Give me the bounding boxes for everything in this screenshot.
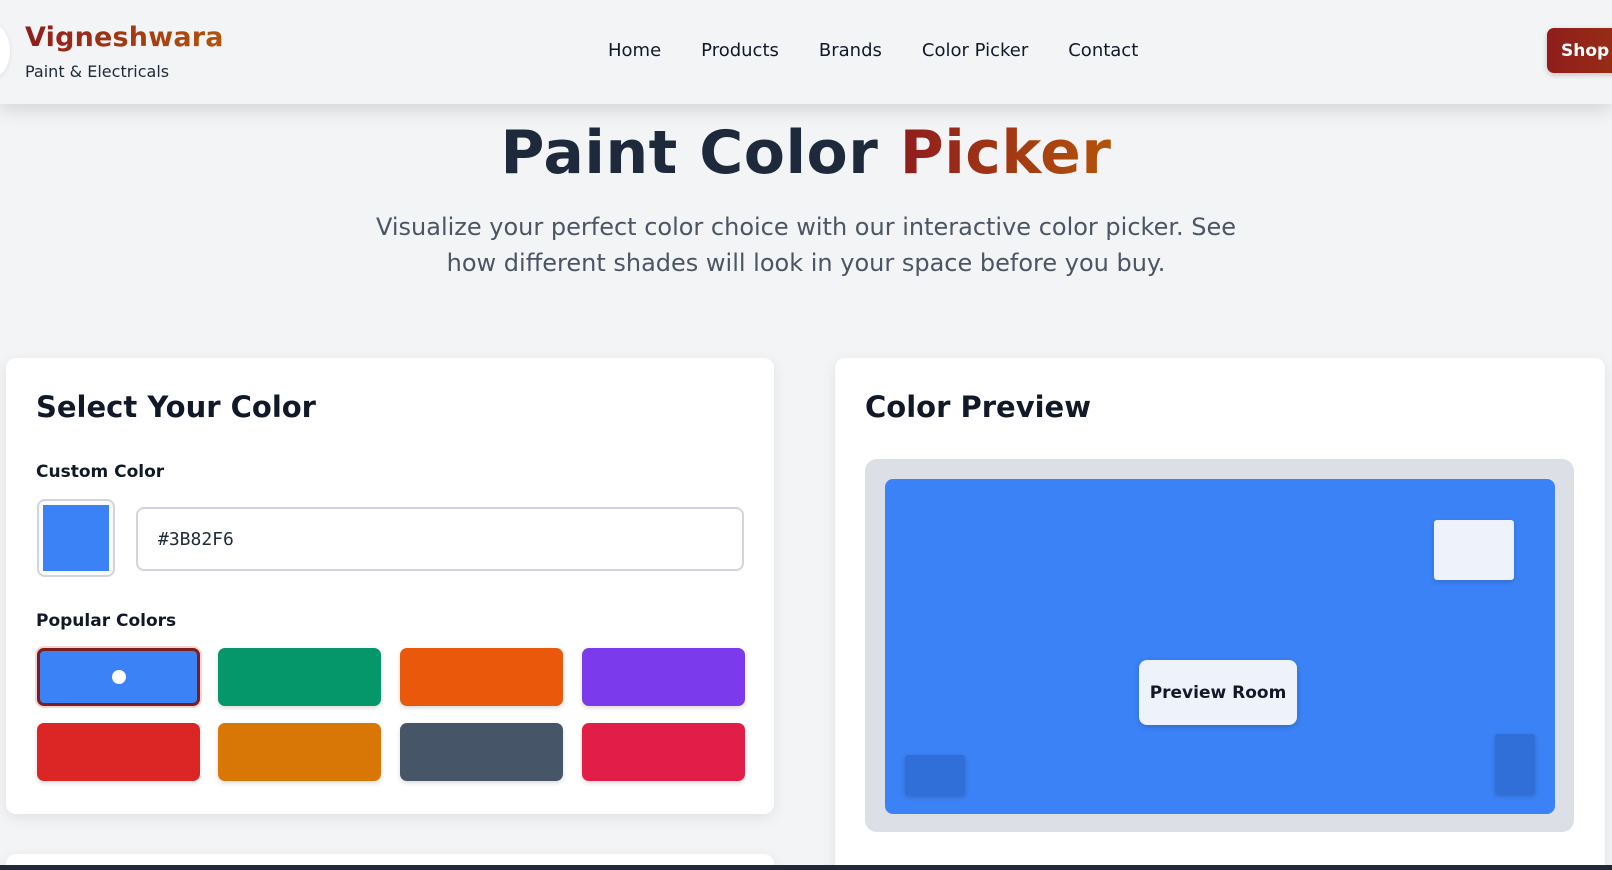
main-nav: Home Products Brands Color Picker Contac… — [608, 40, 1138, 66]
color-option-rose[interactable] — [582, 723, 745, 781]
site-header: Vigneshwara Paint & Electricals Home Pro… — [0, 0, 1612, 104]
cabinet-icon — [1495, 734, 1535, 794]
taskbar-edge — [0, 865, 1612, 870]
page-title: Paint Color Picker — [0, 118, 1612, 188]
nav-products[interactable]: Products — [701, 40, 779, 66]
color-preview-card: Color Preview Preview Room — [835, 358, 1605, 870]
color-option-amber[interactable] — [218, 723, 381, 781]
logo-icon[interactable] — [0, 24, 10, 78]
brand-name[interactable]: Vigneshwara — [25, 22, 224, 53]
popular-colors-grid — [37, 648, 746, 783]
sofa-icon — [905, 755, 965, 795]
hex-color-input[interactable] — [136, 507, 744, 571]
color-selector-card: Select Your Color Custom Color Popular C… — [6, 358, 774, 814]
selector-title: Select Your Color — [36, 390, 316, 424]
color-option-orange[interactable] — [400, 648, 563, 706]
color-option-green[interactable] — [218, 648, 381, 706]
nav-contact[interactable]: Contact — [1068, 40, 1138, 66]
custom-color-label: Custom Color — [36, 462, 165, 482]
color-option-red[interactable] — [37, 723, 200, 781]
preview-room-wall: Preview Room — [885, 479, 1555, 814]
nav-brands[interactable]: Brands — [819, 40, 882, 66]
window-icon — [1434, 520, 1514, 580]
page-description: Visualize your perfect color choice with… — [375, 213, 1237, 277]
nav-home[interactable]: Home — [608, 40, 661, 66]
page-title-main: Paint Color — [500, 118, 879, 188]
color-option-slate[interactable] — [400, 723, 563, 781]
preview-frame: Preview Room — [865, 459, 1574, 832]
brand-subtitle: Paint & Electricals — [25, 62, 170, 81]
preview-room-label: Preview Room — [1139, 660, 1297, 725]
color-option-blue[interactable] — [37, 648, 200, 706]
shop-now-button[interactable]: Shop Now — [1547, 28, 1612, 73]
selected-dot-icon — [111, 670, 126, 684]
popular-colors-label: Popular Colors — [36, 611, 177, 631]
color-option-purple[interactable] — [582, 648, 745, 706]
custom-color-fill — [43, 505, 109, 571]
custom-color-swatch[interactable] — [37, 499, 115, 577]
nav-color-picker[interactable]: Color Picker — [922, 40, 1028, 66]
preview-title: Color Preview — [865, 390, 1091, 424]
page-title-accent: Picker — [899, 118, 1112, 188]
